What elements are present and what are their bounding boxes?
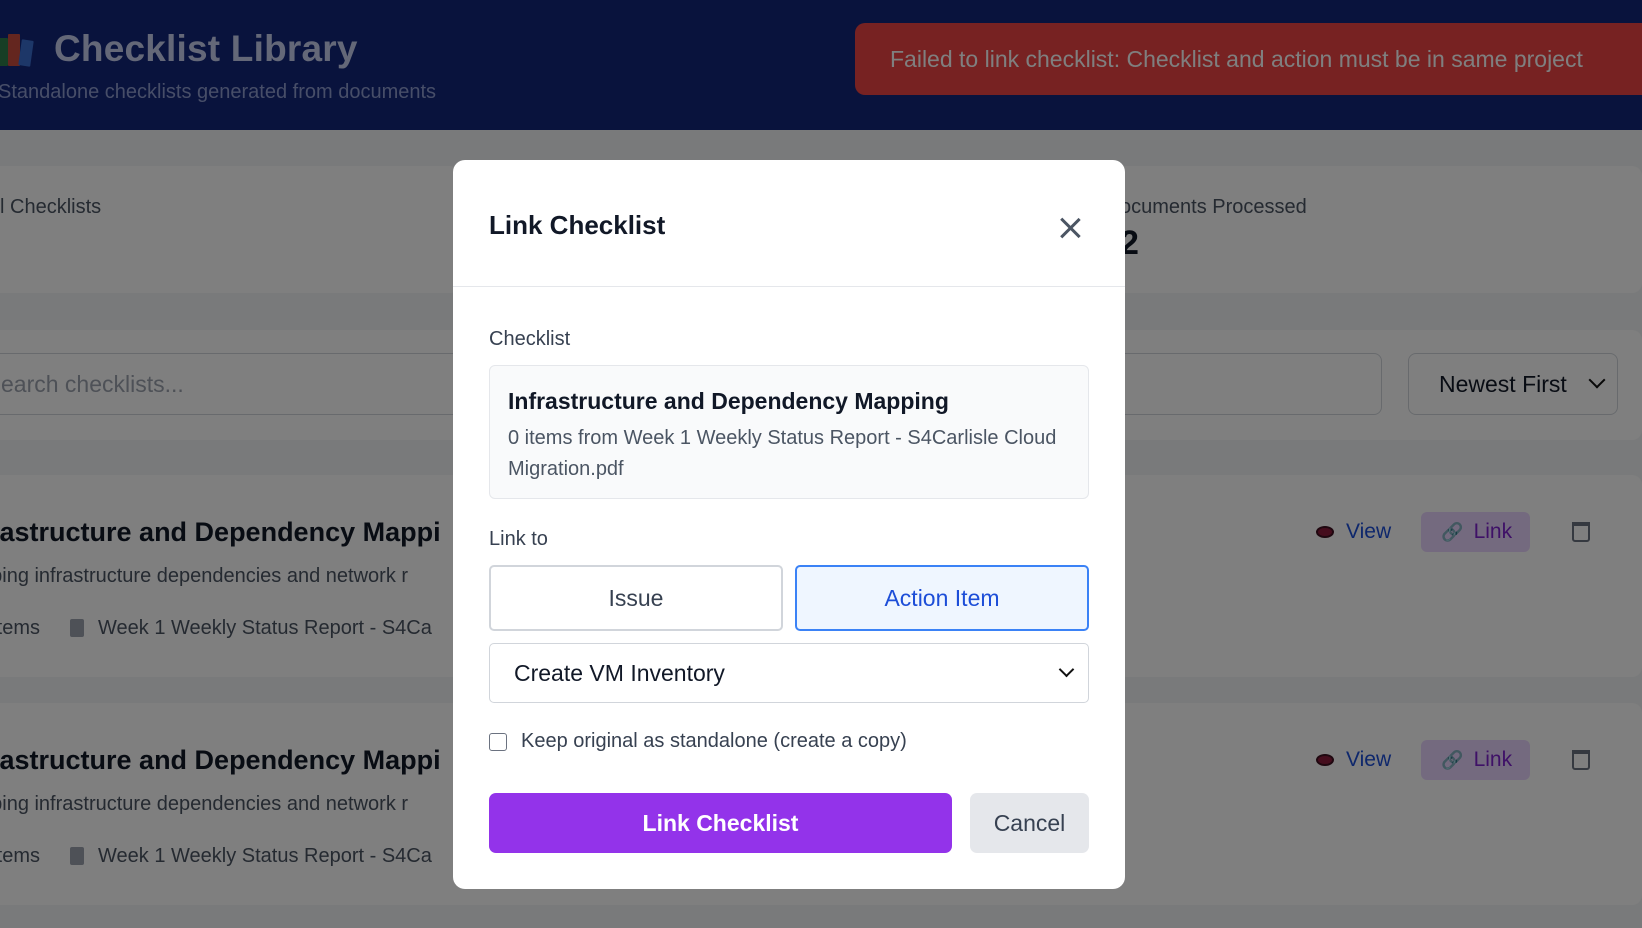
- link-to-label: Link to: [489, 528, 548, 550]
- close-icon[interactable]: [1057, 215, 1083, 241]
- link-checklist-modal: Link Checklist Checklist Infrastructure …: [453, 160, 1125, 889]
- modal-header: Link Checklist: [453, 160, 1125, 287]
- modal-title: Link Checklist: [489, 210, 666, 240]
- keep-original-label: Keep original as standalone (create a co…: [521, 730, 907, 752]
- cancel-button[interactable]: Cancel: [970, 793, 1089, 853]
- keep-original-checkbox[interactable]: [489, 732, 507, 751]
- checklist-label: Checklist: [489, 328, 571, 350]
- checklist-subtitle: 0 items from Week 1 Weekly Status Report…: [508, 427, 1057, 480]
- link-type-action-item-button[interactable]: Action Item: [795, 565, 1089, 631]
- keep-original-row[interactable]: Keep original as standalone (create a co…: [489, 730, 907, 753]
- chevron-down-icon: [1058, 661, 1075, 678]
- selected-checklist: Infrastructure and Dependency Mapping 0 …: [489, 365, 1089, 499]
- link-checklist-button[interactable]: Link Checklist: [489, 793, 952, 853]
- checklist-title: Infrastructure and Dependency Mapping: [508, 388, 949, 414]
- target-select-value: Create VM Inventory: [514, 659, 725, 686]
- target-select[interactable]: Create VM Inventory: [489, 643, 1089, 703]
- link-type-issue-button[interactable]: Issue: [489, 565, 783, 631]
